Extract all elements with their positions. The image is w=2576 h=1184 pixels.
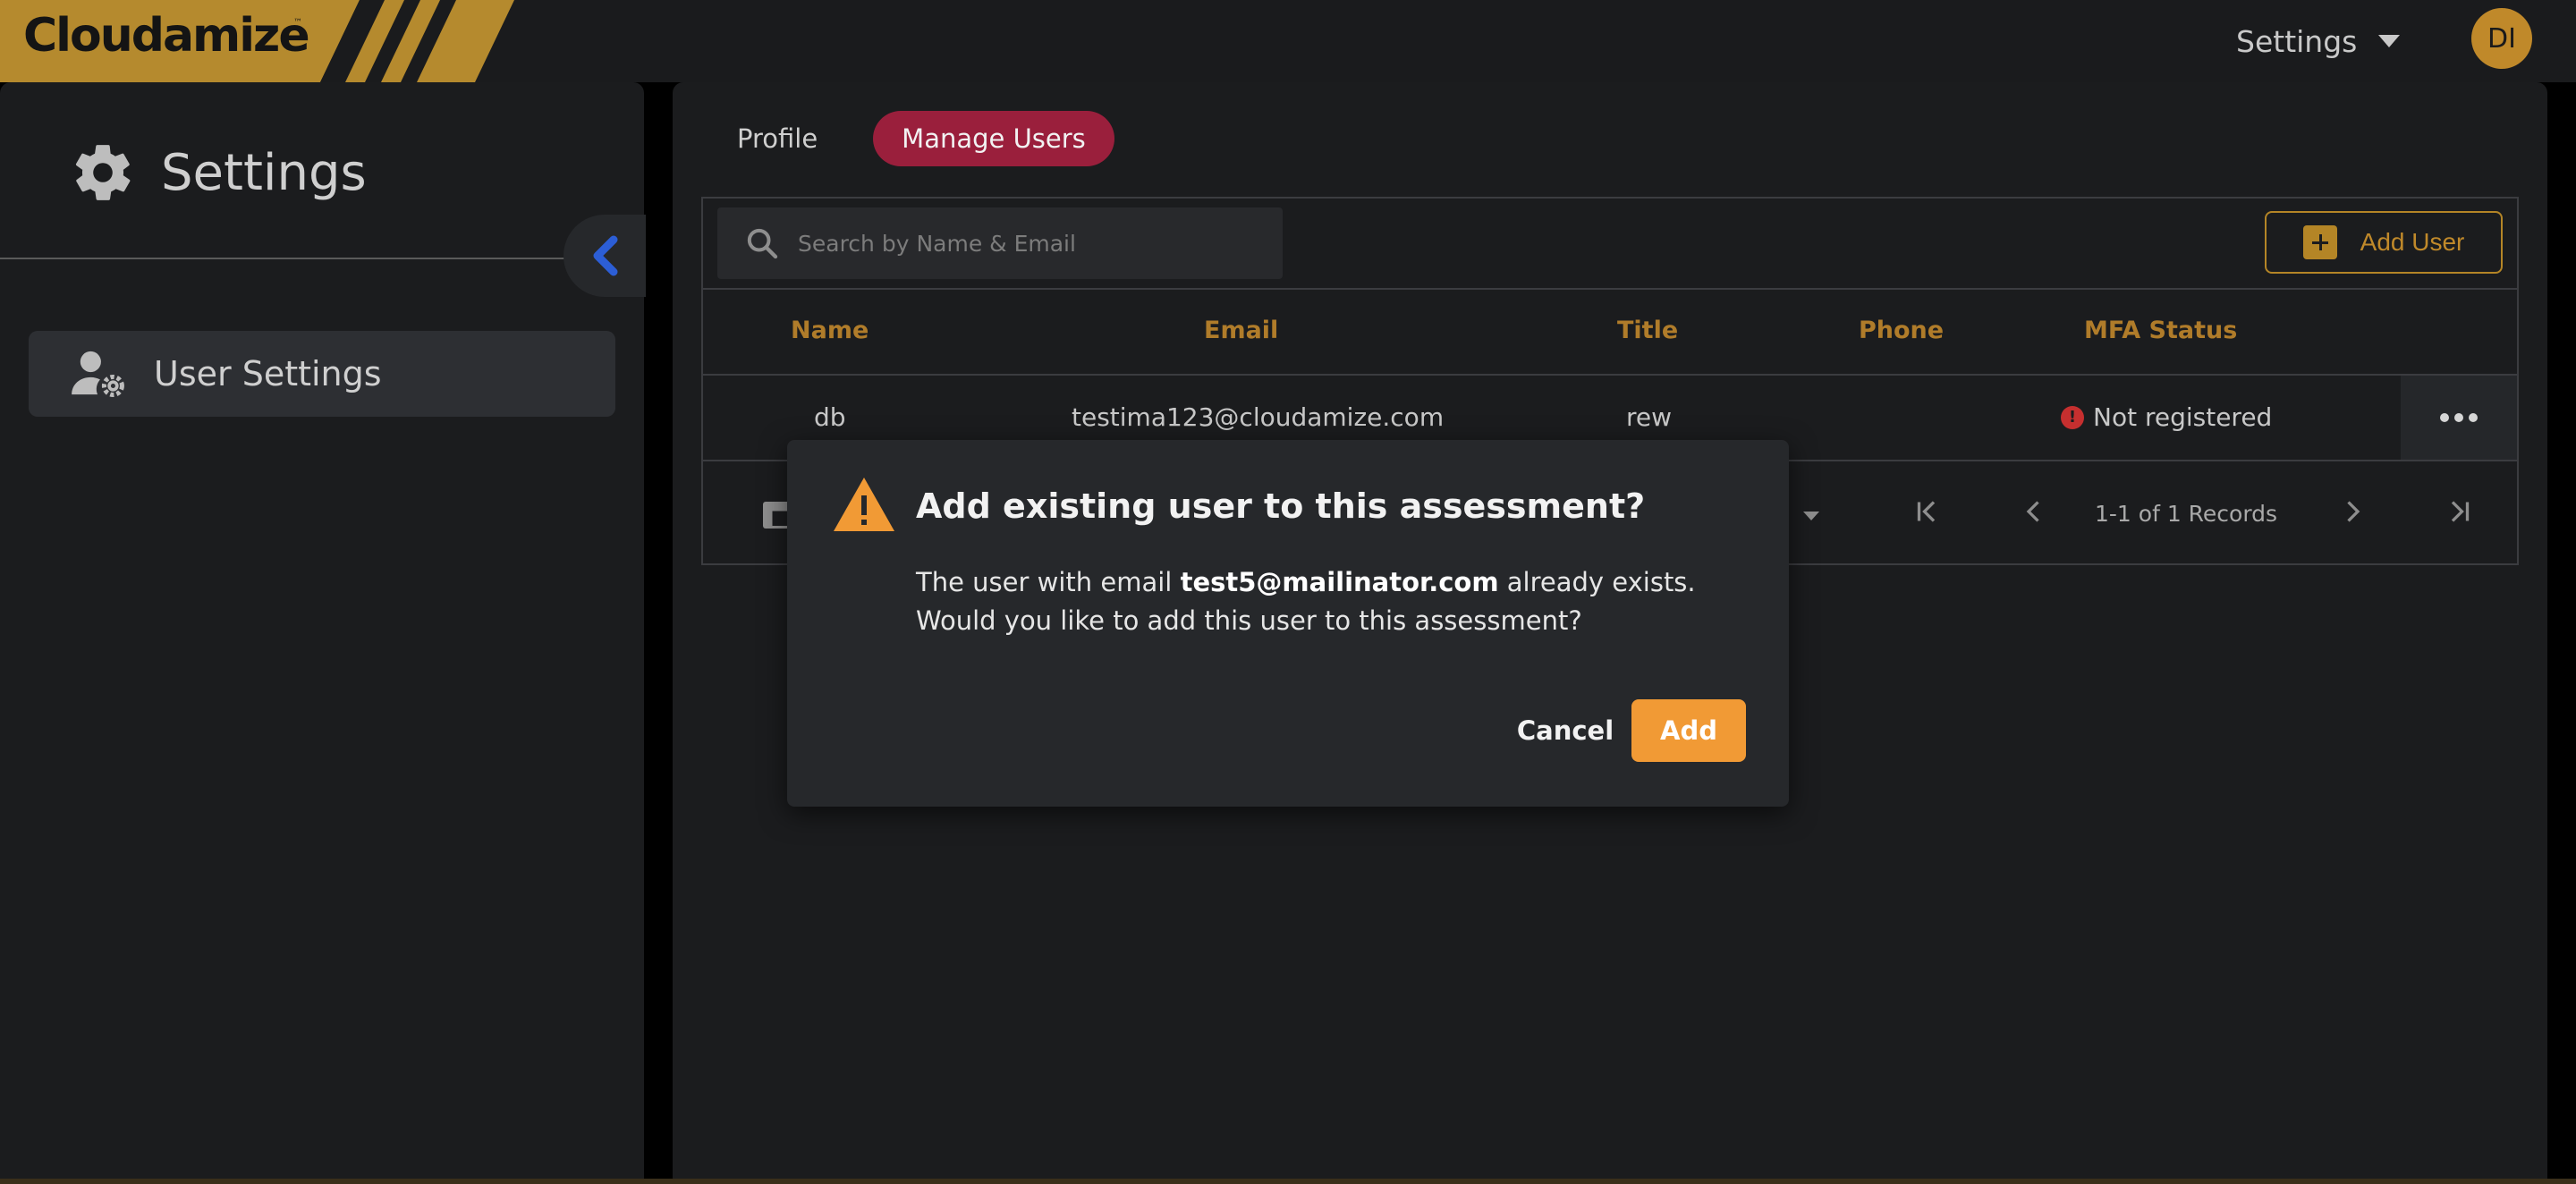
confirm-dialog: Add existing user to this assessment? Th… <box>787 440 1789 807</box>
cell-mfa-status: ! Not registered <box>2061 402 2272 432</box>
search-box[interactable] <box>717 207 1283 279</box>
add-user-label: Add User <box>2360 228 2465 256</box>
tab-bar: Profile Manage Users <box>708 111 1114 166</box>
collapse-sidebar-button[interactable] <box>564 215 646 297</box>
previous-page-icon[interactable] <box>2018 495 2050 528</box>
bottom-strip <box>0 1179 2576 1184</box>
records-count: 1-1 of 1 Records <box>2095 501 2278 527</box>
warning-icon <box>834 478 894 531</box>
column-header-phone[interactable]: Phone <box>1859 317 1944 344</box>
error-icon: ! <box>2061 405 2084 429</box>
add-button[interactable]: Add <box>1631 699 1746 762</box>
column-header-title[interactable]: Title <box>1617 317 1678 344</box>
sidebar-item-user-settings[interactable]: User Settings <box>29 331 615 417</box>
logo[interactable]: Cloudamize ™ <box>0 0 514 82</box>
dot <box>2440 413 2449 422</box>
first-page-icon[interactable] <box>1912 495 1945 528</box>
avatar[interactable]: DI <box>2471 8 2532 69</box>
sidebar: Settings User Settings <box>0 82 646 1179</box>
sidebar-divider <box>0 258 565 259</box>
table-toolbar: Add User <box>703 199 2517 288</box>
sidebar-title: Settings <box>161 143 367 202</box>
column-header-name[interactable]: Name <box>791 317 869 344</box>
plus-icon <box>2302 225 2337 259</box>
dot <box>2469 413 2478 422</box>
cancel-button[interactable]: Cancel <box>1512 699 1619 762</box>
dialog-title: Add existing user to this assessment? <box>916 486 1646 526</box>
add-user-button[interactable]: Add User <box>2265 211 2503 274</box>
settings-dropdown-label: Settings <box>2236 23 2358 59</box>
column-header-mfa-status[interactable]: MFA Status <box>2084 317 2237 344</box>
page-size-caret-down-icon[interactable] <box>1801 510 1821 522</box>
logo-text: Cloudamize <box>23 9 310 63</box>
dialog-message-prefix: The user with email <box>916 567 1181 597</box>
tab-profile[interactable]: Profile <box>708 111 846 166</box>
dialog-message: The user with email test5@mailinator.com… <box>916 563 1748 640</box>
mfa-status-text: Not registered <box>2093 402 2273 432</box>
last-page-icon[interactable] <box>2442 495 2474 528</box>
logo-trademark: ™ <box>293 18 302 28</box>
column-header-email[interactable]: Email <box>1204 317 1278 344</box>
search-icon <box>747 228 778 259</box>
caret-down-icon <box>2378 35 2401 47</box>
sidebar-header: Settings <box>70 140 367 206</box>
search-input[interactable] <box>798 230 1281 257</box>
cell-email: testima123@cloudamize.com <box>1072 402 1445 432</box>
tab-manage-users[interactable]: Manage Users <box>873 111 1114 166</box>
dot <box>2454 413 2463 422</box>
sidebar-item-label: User Settings <box>154 354 382 393</box>
user-gear-icon <box>72 351 124 398</box>
top-bar: Cloudamize ™ Settings DI <box>0 0 2576 82</box>
dialog-email: test5@mailinator.com <box>1180 567 1499 597</box>
settings-dropdown[interactable]: Settings <box>2236 16 2401 66</box>
table-header: Name Email Title Phone MFA Status <box>703 288 2517 376</box>
next-page-icon[interactable] <box>2336 495 2368 528</box>
gear-icon <box>75 145 131 200</box>
cell-title: rew <box>1626 402 1673 432</box>
chevron-left-icon <box>593 235 618 276</box>
cell-name: db <box>814 402 846 432</box>
row-actions-menu-button[interactable] <box>2401 376 2517 460</box>
